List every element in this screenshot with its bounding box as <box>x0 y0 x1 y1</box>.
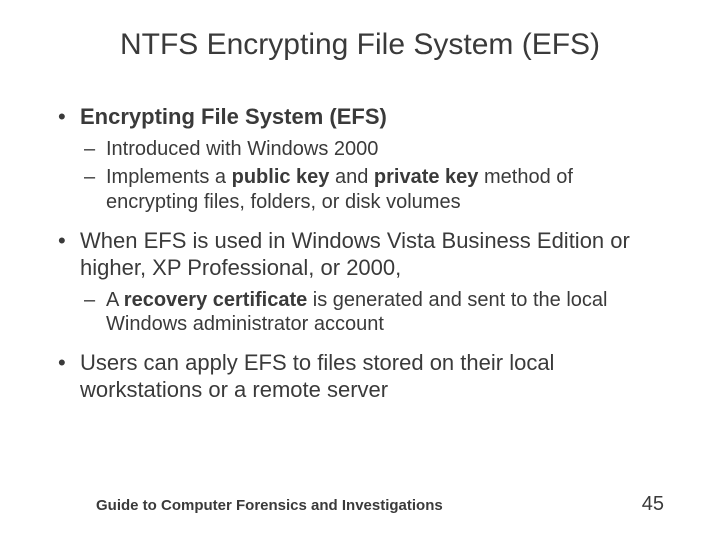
bullet-efs-heading: Encrypting File System (EFS) Introduced … <box>52 104 668 214</box>
sub-bullet-introduced: Introduced with Windows 2000 <box>80 137 668 161</box>
text-part: Implements a <box>106 166 232 188</box>
slide-content: Encrypting File System (EFS) Introduced … <box>48 104 672 404</box>
bullet-users-apply: Users can apply EFS to files stored on t… <box>52 350 668 404</box>
bullet-text: When EFS is used in Windows Vista Busine… <box>80 228 630 280</box>
sub-bullet-implements: Implements a public key and private key … <box>80 165 668 214</box>
text-bold-recovery-cert: recovery certificate <box>124 289 307 311</box>
sub-bullet-list: Introduced with Windows 2000 Implements … <box>80 137 668 214</box>
slide-footer: Guide to Computer Forensics and Investig… <box>0 493 720 516</box>
slide-title: NTFS Encrypting File System (EFS) <box>48 28 672 62</box>
page-number: 45 <box>642 493 664 516</box>
text-bold-private-key: private key <box>374 166 479 188</box>
footer-text: Guide to Computer Forensics and Investig… <box>96 497 443 514</box>
text-bold-public-key: public key <box>232 166 330 188</box>
text-part: A <box>106 289 124 311</box>
text-part: and <box>329 166 373 188</box>
sub-bullet-recovery: A recovery certificate is generated and … <box>80 288 668 337</box>
bullet-text: Users can apply EFS to files stored on t… <box>80 350 554 402</box>
bullet-when-efs: When EFS is used in Windows Vista Busine… <box>52 228 668 336</box>
bullet-list: Encrypting File System (EFS) Introduced … <box>52 104 668 404</box>
sub-bullet-list: A recovery certificate is generated and … <box>80 288 668 337</box>
bullet-text: Encrypting File System (EFS) <box>80 104 387 129</box>
